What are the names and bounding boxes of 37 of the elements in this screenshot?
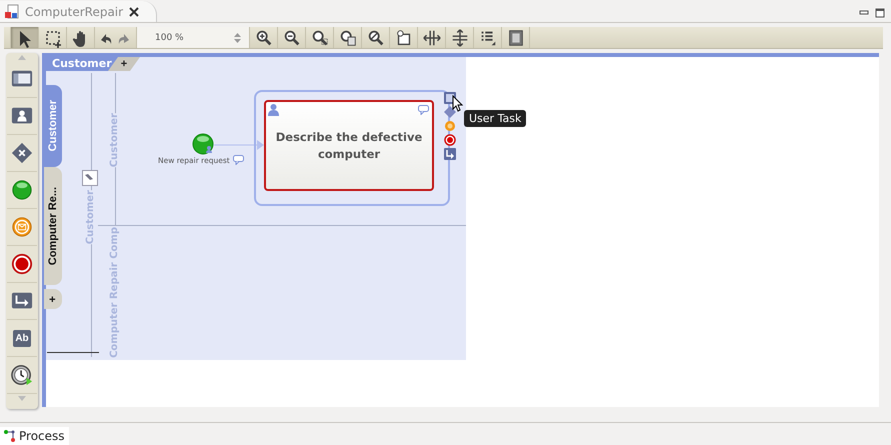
select-tool-button[interactable]: [11, 27, 39, 48]
gateway-diamond-icon: [11, 142, 33, 164]
person-icon: [268, 104, 279, 116]
h-spread-icon: [422, 28, 442, 48]
close-icon[interactable]: [128, 6, 140, 18]
zoom-page-icon: [338, 28, 358, 48]
participant-tab[interactable]: Computer Re...: [44, 167, 62, 285]
edit-icon[interactable]: [82, 170, 98, 186]
zoom-fit-icon: [310, 28, 330, 48]
lane-label: Computer Repair Comp: [109, 227, 121, 358]
zoom-field[interactable]: 100 %: [137, 27, 250, 48]
v-spread-icon: [450, 28, 470, 48]
comment-icon[interactable]: [233, 155, 244, 165]
add-participant-tab[interactable]: +: [44, 289, 62, 309]
start-event[interactable]: [192, 133, 216, 157]
process-file-icon: [4, 4, 20, 20]
cursor-icon: [452, 95, 464, 112]
spinner-icon[interactable]: [234, 32, 241, 44]
text-annotation-icon: Ab: [13, 330, 31, 346]
zoom-out-icon: [282, 28, 302, 48]
maximize-icon[interactable]: [875, 8, 885, 18]
user-task[interactable]: Describe the defective computer: [264, 100, 434, 191]
bottom-tab[interactable]: Process: [0, 427, 69, 445]
clock-icon: [11, 364, 33, 386]
start-event-icon: [11, 179, 33, 201]
pool-title: Customer: [46, 57, 118, 71]
zoom-in-icon: [254, 28, 274, 48]
gateway-diamond-icon[interactable]: [444, 106, 456, 118]
zoom-reset-icon: [366, 28, 386, 48]
end-event-icon[interactable]: [444, 134, 456, 146]
tooltip: User Task: [464, 110, 526, 127]
message-event-icon: [11, 216, 33, 238]
palette-item[interactable]: Ab: [7, 320, 37, 357]
end-event-icon: [11, 253, 33, 275]
comment-icon[interactable]: [418, 105, 429, 115]
editor-tab-title: ComputerRepair: [25, 4, 124, 18]
process-icon: [4, 429, 16, 443]
